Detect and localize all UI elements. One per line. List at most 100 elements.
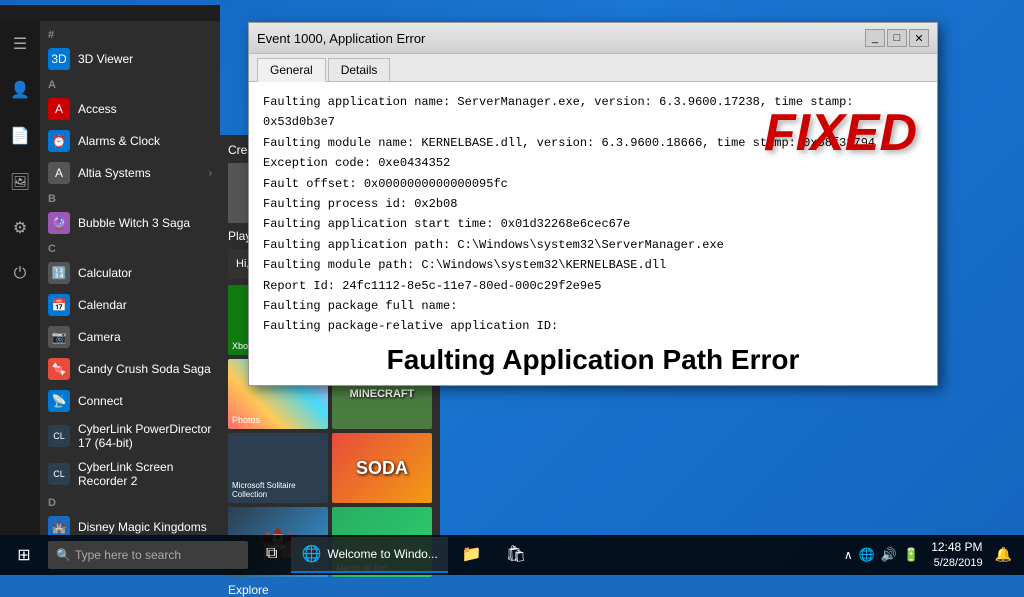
app-alarms[interactable]: ⏰ Alarms & Clock — [40, 125, 220, 157]
app-bubble-label: Bubble Witch 3 Saga — [78, 216, 190, 230]
error-line-6: Faulting application start time: 0x01d32… — [263, 214, 923, 234]
error-line-4: Fault offset: 0x0000000000000095fc — [263, 174, 923, 194]
maximize-button[interactable]: □ — [887, 29, 907, 47]
taskbar-items: ⧉ 🌐 Welcome to Windo... 📁 🛍 — [248, 537, 832, 573]
solitaire-label: Microsoft Solitaire Collection — [232, 481, 328, 499]
search-bar[interactable]: 🔍 Type here to search — [48, 541, 248, 569]
app-bubble[interactable]: 🔮 Bubble Witch 3 Saga — [40, 207, 220, 239]
hamburger-icon[interactable]: ☰ — [5, 29, 35, 59]
taskbar: ⊞ 🔍 Type here to search ⧉ 🌐 Welcome to W… — [0, 535, 1024, 575]
photos-label: Photos — [232, 415, 260, 425]
app-disney[interactable]: 🏰 Disney Magic Kingdoms — [40, 511, 220, 535]
camera-icon: 📷 — [48, 326, 70, 348]
app-camera[interactable]: 📷 Camera — [40, 321, 220, 353]
start-menu-left: ☰ 👤 📄 🖼 ⚙ ⏻ — [0, 21, 40, 535]
taskbar-right: ∧ 🌐 🔊 🔋 12:48 PM 5/28/2019 🔔 — [832, 540, 1024, 570]
bubble-icon: 🔮 — [48, 212, 70, 234]
dialog-content: FIXED Faulting application name: ServerM… — [249, 82, 937, 385]
app-access[interactable]: A Access — [40, 93, 220, 125]
altia-icon: A — [48, 162, 70, 184]
notification-area: ∧ 🌐 🔊 🔋 — [844, 547, 919, 563]
app-3dviewer[interactable]: 3D 3D Viewer — [40, 43, 220, 75]
minimize-button[interactable]: _ — [865, 29, 885, 47]
error-dialog: Event 1000, Application Error _ □ ✕ Gene… — [248, 22, 938, 386]
user-icon[interactable]: 👤 — [5, 75, 35, 105]
3dviewer-icon: 3D — [48, 48, 70, 70]
settings-icon[interactable]: ⚙ — [5, 213, 35, 243]
pictures-icon[interactable]: 🖼 — [5, 167, 35, 197]
clock-date: 5/28/2019 — [931, 556, 982, 570]
calendar-icon: 📅 — [48, 294, 70, 316]
network-icon[interactable]: 🌐 — [859, 547, 875, 563]
app-cyberlink-pd[interactable]: CL CyberLink PowerDirector 17 (64-bit) — [40, 417, 220, 455]
app-altia[interactable]: A Altia Systems › — [40, 157, 220, 189]
dialog-title: Event 1000, Application Error — [257, 31, 425, 46]
start-menu-content: ☰ 👤 📄 🖼 ⚙ ⏻ # 3D 3D Viewer A A Access — [0, 21, 220, 535]
access-icon: A — [48, 98, 70, 120]
error-line-5: Faulting process id: 0x2b08 — [263, 194, 923, 214]
app-candy-label: Candy Crush Soda Saga — [78, 362, 211, 376]
taskbar-fileexplorer[interactable]: 📁 — [452, 537, 492, 573]
notification-icon[interactable]: 🔔 — [995, 546, 1012, 563]
alarms-icon: ⏰ — [48, 130, 70, 152]
error-line-7: Faulting application path: C:\Windows\sy… — [263, 235, 923, 255]
taskview-icon: ⧉ — [266, 545, 277, 563]
taskview-button[interactable]: ⧉ — [256, 537, 287, 573]
tab-details[interactable]: Details — [328, 58, 391, 81]
app-calendar-label: Calendar — [78, 298, 127, 312]
cyberlink-sr-icon: CL — [48, 463, 70, 485]
app-cyberlink-sr[interactable]: CL CyberLink Screen Recorder 2 — [40, 455, 220, 493]
power-icon[interactable]: ⏻ — [5, 259, 35, 289]
error-line-11: Faulting package-relative application ID… — [263, 316, 923, 336]
start-button[interactable]: ⊞ — [0, 535, 48, 575]
app-calculator[interactable]: 🔢 Calculator — [40, 257, 220, 289]
volume-icon[interactable]: 🔊 — [881, 547, 897, 563]
taskbar-edge[interactable]: 🌐 Welcome to Windo... — [291, 537, 447, 573]
main-error-title: Faulting Application Path Error — [263, 345, 923, 376]
app-connect-label: Connect — [78, 394, 123, 408]
dialog-titlebar: Event 1000, Application Error _ □ ✕ — [249, 23, 937, 54]
app-cyberlink-pd-label: CyberLink PowerDirector 17 (64-bit) — [78, 422, 212, 450]
fixed-banner: FIXED — [764, 92, 917, 175]
search-icon: 🔍 — [56, 548, 71, 562]
tab-general[interactable]: General — [257, 58, 326, 82]
calculator-icon: 🔢 — [48, 262, 70, 284]
app-candy[interactable]: 🍬 Candy Crush Soda Saga — [40, 353, 220, 385]
error-line-10: Faulting package full name: — [263, 296, 923, 316]
altia-chevron: › — [209, 168, 212, 179]
start-menu-top — [0, 5, 220, 21]
app-altia-label: Altia Systems — [78, 166, 151, 180]
app-camera-label: Camera — [78, 330, 121, 344]
app-calendar[interactable]: 📅 Calendar — [40, 289, 220, 321]
error-line-8: Faulting module path: C:\Windows\system3… — [263, 255, 923, 275]
start-menu: ☰ 👤 📄 🖼 ⚙ ⏻ # 3D 3D Viewer A A Access — [0, 5, 220, 535]
cyberlink-pd-icon: CL — [48, 425, 70, 447]
store-icon: 🛍 — [506, 544, 526, 564]
candy-label: SODA — [356, 458, 408, 479]
app-disney-label: Disney Magic Kingdoms — [78, 520, 207, 534]
edge-icon: 🌐 — [301, 544, 321, 564]
dialog-controls: _ □ ✕ — [865, 29, 929, 47]
taskbar-store[interactable]: 🛍 — [496, 537, 536, 573]
section-hash: # — [40, 25, 220, 43]
chevron-up-icon[interactable]: ∧ — [844, 548, 853, 562]
app-calculator-label: Calculator — [78, 266, 132, 280]
explore-section-label: Explore — [228, 583, 432, 597]
tile-candy[interactable]: SODA — [332, 433, 432, 503]
tile-solitaire[interactable]: Microsoft Solitaire Collection — [228, 433, 328, 503]
error-line-9: Report Id: 24fc1112-8e5c-11e7-80ed-000c2… — [263, 276, 923, 296]
dialog-tabs: General Details — [249, 54, 937, 82]
app-access-label: Access — [78, 102, 117, 116]
app-3dviewer-label: 3D Viewer — [78, 52, 133, 66]
close-button[interactable]: ✕ — [909, 29, 929, 47]
clock-time: 12:48 PM — [931, 540, 982, 556]
minecraft-label: MINECRAFT — [350, 388, 415, 400]
section-a: A — [40, 75, 220, 93]
connect-icon: 📡 — [48, 390, 70, 412]
app-list: # 3D 3D Viewer A A Access ⏰ Alarms & Clo… — [40, 21, 220, 535]
clock[interactable]: 12:48 PM 5/28/2019 — [931, 540, 982, 570]
candy-icon: 🍬 — [48, 358, 70, 380]
documents-icon[interactable]: 📄 — [5, 121, 35, 151]
app-connect[interactable]: 📡 Connect — [40, 385, 220, 417]
search-placeholder-text: Type here to search — [75, 548, 181, 562]
